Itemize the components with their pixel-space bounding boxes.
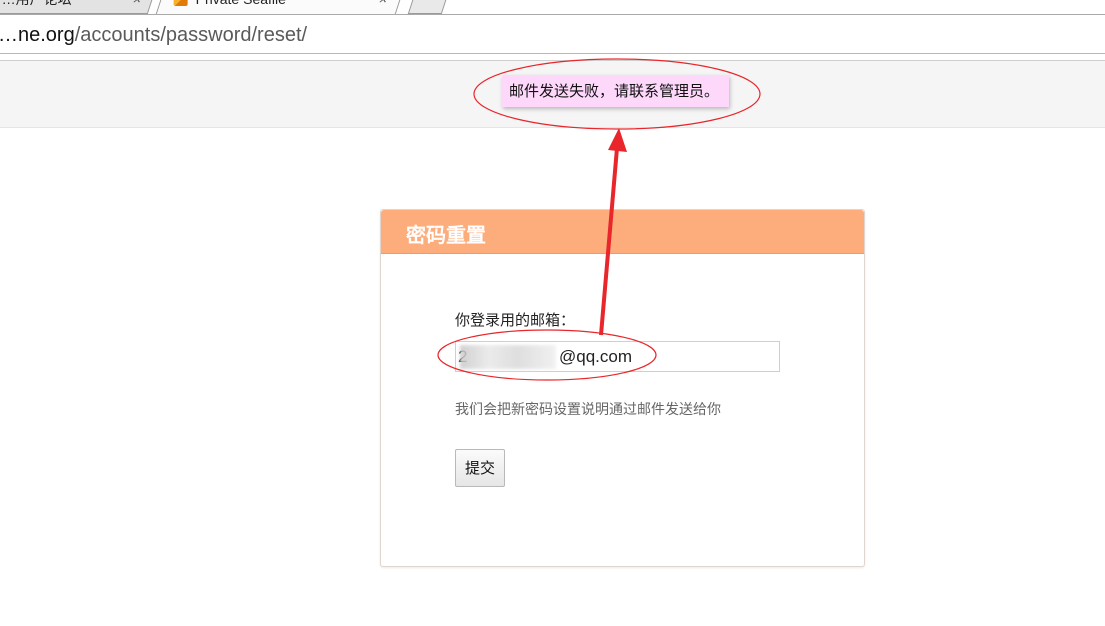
seafile-favicon-icon	[173, 0, 188, 7]
email-field[interactable]: 2 @qq.com	[455, 341, 780, 372]
annotation-arrow-head	[608, 128, 627, 152]
browser-tab-strip: …用户论坛 × Private Seafile ×	[0, 0, 1105, 15]
url-text[interactable]: …ne.org/accounts/password/reset/	[0, 24, 307, 47]
panel-title: 密码重置	[406, 223, 486, 247]
password-reset-panel: 密码重置 你登录用的邮箱： 2 @qq.com 我们会把新密码设置说明通过邮件发…	[380, 209, 865, 567]
browser-tab-seafile[interactable]: Private Seafile ×	[155, 0, 405, 14]
browser-tab-forum[interactable]: …用户论坛 ×	[0, 0, 157, 14]
address-bar[interactable]: …ne.org/accounts/password/reset/	[0, 15, 1105, 54]
email-suffix: @qq.com	[559, 347, 633, 366]
new-tab-button[interactable]	[407, 0, 451, 14]
helper-text: 我们会把新密码设置说明通过邮件发送给你	[455, 402, 721, 418]
redacted-blur	[460, 345, 556, 369]
tab-label: …用户论坛	[2, 0, 72, 10]
submit-button[interactable]: 提交	[455, 449, 505, 487]
url-path: /accounts/password/reset/	[74, 24, 308, 46]
error-alert: 邮件发送失败，请联系管理员。	[502, 75, 730, 107]
url-host: …ne.org	[0, 24, 75, 46]
panel-header: 密码重置	[381, 210, 864, 254]
tab-label: Private Seafile	[196, 0, 286, 10]
email-label: 你登录用的邮箱：	[455, 311, 576, 329]
